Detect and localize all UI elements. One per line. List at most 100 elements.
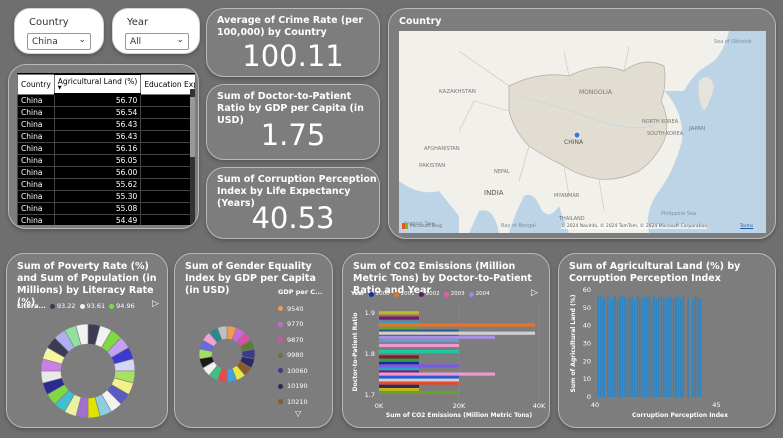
poverty-legend-item[interactable]: 94.96 xyxy=(109,302,135,310)
agri-bar[interactable] xyxy=(650,300,653,397)
agri-bar[interactable] xyxy=(694,295,697,397)
co2-bar[interactable] xyxy=(379,375,459,379)
agri-bar[interactable] xyxy=(626,298,629,397)
co2-bar[interactable] xyxy=(379,388,419,392)
agri-bar[interactable] xyxy=(687,297,689,397)
column-header-education-expenditure[interactable]: Education Exp xyxy=(140,73,195,95)
gender-legend-item[interactable]: 9980 xyxy=(278,348,322,364)
agri-bar[interactable] xyxy=(603,297,606,397)
column-header-country[interactable]: Country xyxy=(17,73,55,95)
agri-bar[interactable] xyxy=(614,295,617,397)
agri-bar[interactable] xyxy=(672,298,675,397)
agri-bar[interactable] xyxy=(646,297,648,397)
agri-bar[interactable] xyxy=(629,295,631,397)
map-canvas[interactable]: CHINA MONGOLIA INDIA KAZAKHSTAN PAKISTAN… xyxy=(399,31,766,233)
co2-legend-item[interactable]: 2004 xyxy=(468,291,490,297)
table-row[interactable]: China 56.43 xyxy=(17,130,195,143)
agri-bar[interactable] xyxy=(621,295,624,397)
agri-bar[interactable] xyxy=(641,298,643,397)
co2-legend-item[interactable]: 2001 xyxy=(393,291,415,297)
agri-bar[interactable] xyxy=(665,298,668,397)
gender-legend-item[interactable]: 10190 xyxy=(278,379,322,395)
table-row[interactable]: China 54.49 xyxy=(17,214,195,225)
table-scrollbar-thumb[interactable] xyxy=(190,97,195,157)
agri-bar[interactable] xyxy=(667,295,670,397)
co2-bar[interactable] xyxy=(379,331,535,335)
legend-next-icon[interactable]: ▷ xyxy=(531,288,538,298)
co2-legend-item[interactable]: 2000 xyxy=(368,291,390,297)
co2-bar[interactable] xyxy=(379,335,495,339)
map-terms-link[interactable]: Terms xyxy=(740,224,753,229)
gender-legend-item[interactable]: 9870 xyxy=(278,332,322,348)
co2-bar[interactable] xyxy=(379,364,459,368)
data-table-scroll[interactable]: Country Agricultural Land (%) ▼ Educatio… xyxy=(17,73,195,225)
co2-bar[interactable] xyxy=(379,378,459,382)
gender-legend-item[interactable]: 9770 xyxy=(278,317,322,333)
table-row[interactable]: China 55.08 xyxy=(17,202,195,215)
year-slicer[interactable]: Year All ⌄ xyxy=(112,8,200,54)
agri-bar[interactable] xyxy=(660,295,663,397)
gender-legend-item[interactable]: 9540 xyxy=(278,301,322,317)
table-row[interactable]: China 55.30 xyxy=(17,190,195,203)
agri-bar[interactable] xyxy=(697,297,699,397)
table-row[interactable]: China 55.62 xyxy=(17,178,195,191)
co2-bar[interactable] xyxy=(379,367,419,371)
co2-legend-item[interactable]: 2003 xyxy=(443,291,465,297)
agri-bar[interactable] xyxy=(638,297,641,397)
agri-bar[interactable] xyxy=(677,297,680,397)
country-dropdown[interactable]: China ⌄ xyxy=(27,33,91,50)
co2-bar[interactable] xyxy=(379,350,459,354)
agri-bar[interactable] xyxy=(663,297,665,397)
agri-bar[interactable] xyxy=(643,295,646,397)
agri-bar[interactable] xyxy=(680,298,682,397)
agri-bar[interactable] xyxy=(599,295,602,397)
poverty-legend-item[interactable]: 93.61 xyxy=(79,302,105,310)
agri-bar[interactable] xyxy=(653,295,655,397)
column-header-agricultural-land[interactable]: Agricultural Land (%) ▼ xyxy=(53,73,142,95)
table-row[interactable]: China 56.70 xyxy=(17,93,195,107)
agri-bar[interactable] xyxy=(692,298,694,397)
agri-bar[interactable] xyxy=(670,297,672,397)
poverty-legend-item[interactable]: 93.22 xyxy=(49,302,76,310)
agri-bar[interactable] xyxy=(624,297,626,397)
gender-legend-item[interactable]: 10060 xyxy=(278,363,322,379)
co2-bar[interactable] xyxy=(379,372,495,376)
agri-bar[interactable] xyxy=(619,297,621,397)
co2-bar[interactable] xyxy=(379,311,419,315)
co2-bar[interactable] xyxy=(379,323,535,327)
co2-bar[interactable] xyxy=(379,358,419,362)
co2-bar[interactable] xyxy=(379,384,419,388)
table-row[interactable]: China 56.54 xyxy=(17,106,195,119)
agri-bar[interactable] xyxy=(612,297,614,397)
gender-legend-item[interactable]: 10210 xyxy=(278,394,322,410)
table-row[interactable]: China 56.00 xyxy=(17,166,195,179)
country-slicer[interactable]: Country China ⌄ xyxy=(14,8,104,54)
agri-bar[interactable] xyxy=(607,295,609,397)
table-row[interactable]: China 56.43 xyxy=(17,118,195,131)
agri-bar[interactable] xyxy=(597,297,600,397)
table-row[interactable]: China 56.16 xyxy=(17,142,195,155)
co2-bar[interactable] xyxy=(379,381,459,385)
table-row[interactable]: China 56.05 xyxy=(17,154,195,167)
year-dropdown[interactable]: All ⌄ xyxy=(125,33,189,50)
agri-bar[interactable] xyxy=(648,297,651,397)
co2-bar[interactable] xyxy=(379,355,419,359)
table-scrollbar[interactable] xyxy=(190,89,195,225)
agri-bar[interactable] xyxy=(616,298,619,397)
co2-bar[interactable] xyxy=(379,316,419,320)
agri-bar[interactable] xyxy=(682,295,685,397)
agri-bar[interactable] xyxy=(609,300,612,397)
legend-next-icon[interactable]: ▷ xyxy=(152,299,159,309)
legend-more-icon[interactable]: ▽ xyxy=(295,409,301,418)
co2-bar[interactable] xyxy=(379,338,459,343)
co2-bar[interactable] xyxy=(379,390,459,395)
co2-bar[interactable] xyxy=(379,326,419,330)
agri-bar[interactable] xyxy=(633,300,636,397)
co2-legend-item[interactable]: 2002 xyxy=(418,291,440,297)
agri-bar[interactable] xyxy=(631,297,634,397)
agri-bar[interactable] xyxy=(658,297,660,397)
agri-bar[interactable] xyxy=(636,295,638,397)
agri-bar[interactable] xyxy=(675,295,677,397)
agri-bar[interactable] xyxy=(655,298,658,397)
co2-bar[interactable] xyxy=(379,343,459,348)
